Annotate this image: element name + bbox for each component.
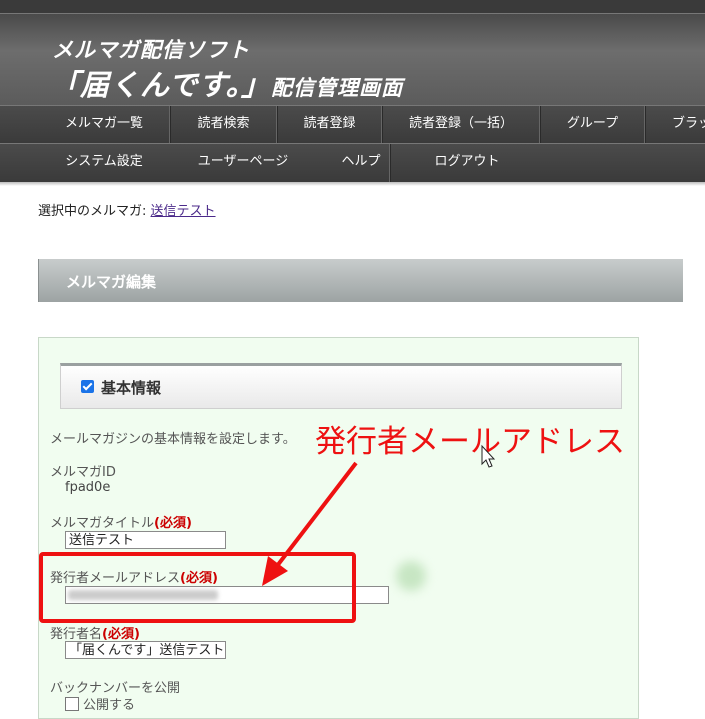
- annotation-arrow-line: [275, 461, 358, 568]
- annotation-overlay: [262, 444, 496, 586]
- mouse-cursor-icon: [481, 444, 496, 468]
- annotation-arrow-head: [262, 556, 288, 586]
